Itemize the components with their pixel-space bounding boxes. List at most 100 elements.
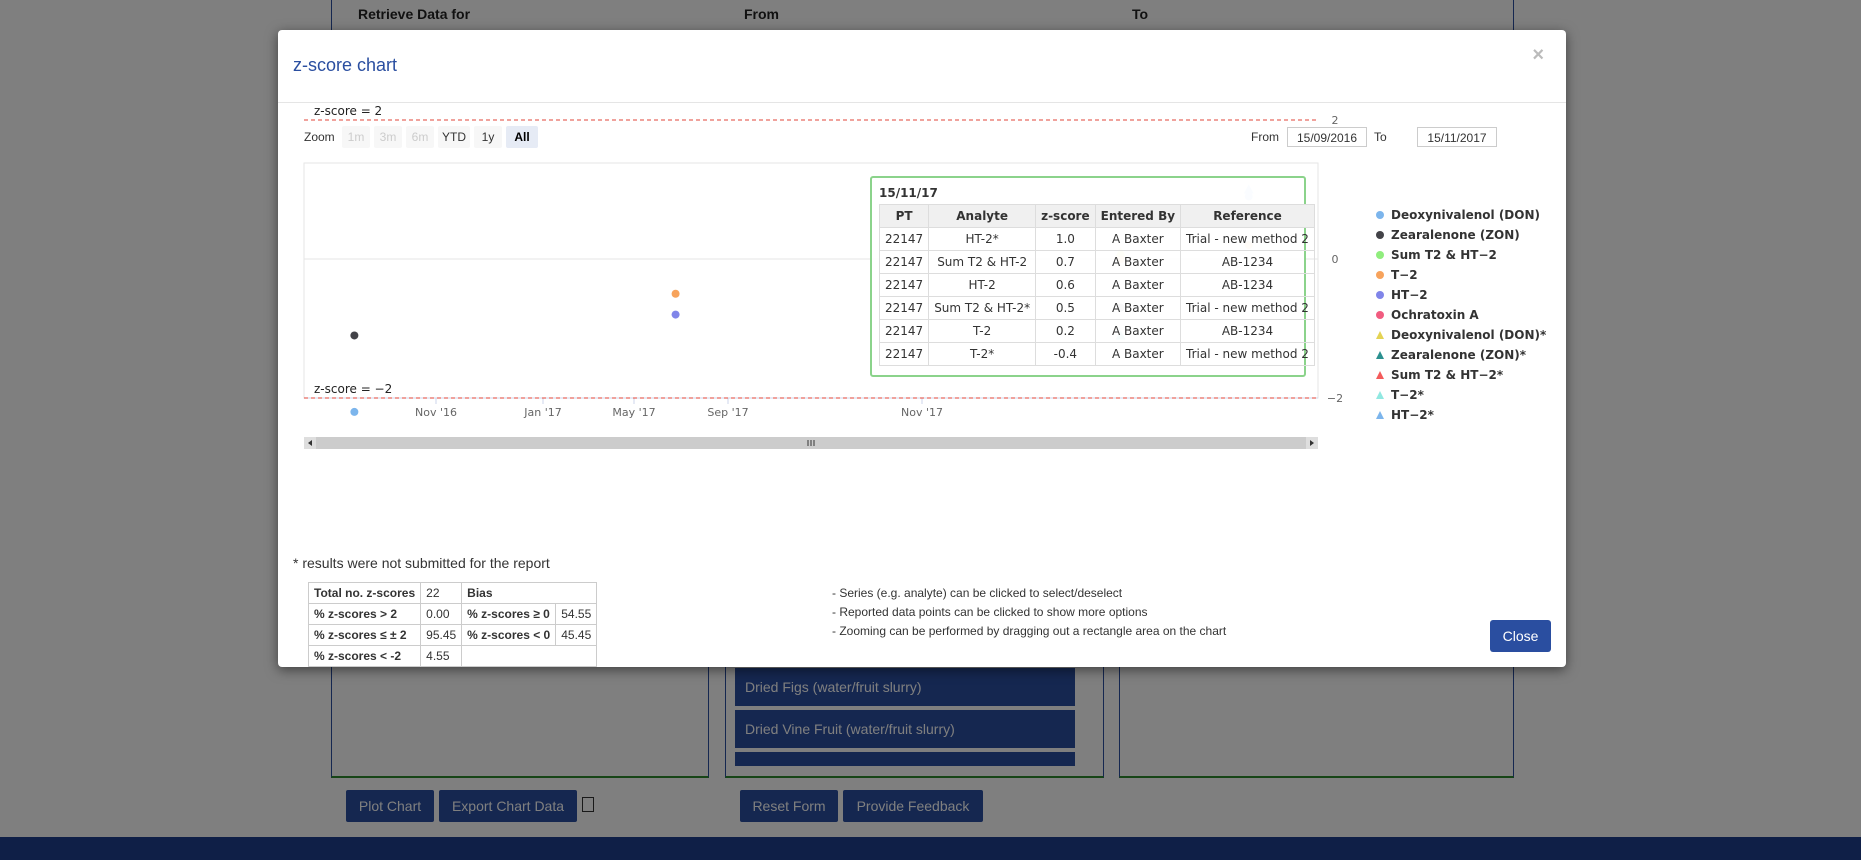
cell: A Baxter bbox=[1094, 342, 1182, 366]
footnote: * results were not submitted for the rep… bbox=[293, 555, 550, 571]
cell: A Baxter bbox=[1094, 319, 1182, 343]
table-row: Total no. z-scores 22 Bias bbox=[307, 582, 598, 604]
stat-value: 95.45 bbox=[420, 624, 463, 646]
usage-notes: - Series (e.g. analyte) can be clicked t… bbox=[832, 584, 1226, 641]
cell: 22147 bbox=[878, 296, 930, 320]
tooltip-col-header: PT bbox=[878, 204, 930, 228]
legend-item[interactable]: Zearalenone (ZON)* bbox=[1373, 345, 1546, 365]
cell: AB-1234 bbox=[1180, 273, 1315, 297]
legend-item[interactable]: Sum T2 & HT−2* bbox=[1373, 365, 1546, 385]
table-row: 22147 HT-2* 1.0 A Baxter Trial - new method … bbox=[878, 227, 1315, 251]
table-row: % z-scores ≤ ± 2 95.45 % z-scores < 0 45… bbox=[307, 624, 598, 646]
cell: 22147 bbox=[878, 342, 930, 366]
stat-label: % z-scores < -2 bbox=[307, 645, 422, 667]
legend-label: HT−2 bbox=[1391, 288, 1428, 302]
circle-marker-icon bbox=[1376, 231, 1384, 239]
cell: Sum T2 & HT-2 bbox=[928, 250, 1037, 274]
legend-item[interactable]: HT−2* bbox=[1373, 405, 1546, 425]
legend-item[interactable]: HT−2 bbox=[1373, 285, 1546, 305]
legend-label: Deoxynivalenol (DON) bbox=[1391, 208, 1540, 222]
table-row: 22147 T-2* -0.4 A Baxter Trial - new method … bbox=[878, 342, 1315, 366]
cell: Trial - new method 2 bbox=[1180, 227, 1315, 251]
triangle-marker-icon bbox=[1376, 371, 1384, 379]
x-tick-label: Nov '17 bbox=[901, 406, 943, 419]
y-axis: 20−2−4 bbox=[1327, 114, 1343, 405]
y-tick-label: 2 bbox=[1332, 114, 1339, 127]
stats-table: Total no. z-scores 22 Bias % z-scores > … bbox=[307, 582, 598, 667]
legend-item[interactable]: Zearalenone (ZON) bbox=[1373, 225, 1546, 245]
cell: 0.7 bbox=[1035, 250, 1096, 274]
tooltip-table: PT Analyte z-score Entered By Reference … bbox=[878, 204, 1315, 366]
empty-cell bbox=[461, 645, 598, 667]
legend-item[interactable]: T−2 bbox=[1373, 265, 1546, 285]
cell: A Baxter bbox=[1094, 296, 1182, 320]
table-row: 22147 T-2 0.2 A Baxter AB-1234 bbox=[878, 319, 1315, 343]
data-point[interactable] bbox=[350, 407, 359, 416]
y-tick-label: −2 bbox=[1327, 392, 1343, 405]
cell: T-2 bbox=[928, 319, 1037, 343]
data-point[interactable] bbox=[671, 289, 680, 298]
close-button[interactable]: Close bbox=[1490, 620, 1551, 652]
table-row: % z-scores > 2 0.00 % z-scores ≥ 0 54.55 bbox=[307, 603, 598, 625]
plot-line-label: z-score = 2 bbox=[314, 104, 382, 118]
cell: 0.2 bbox=[1035, 319, 1096, 343]
tooltip-date: 15/11/17 bbox=[879, 186, 938, 200]
tooltip-header-row: PT Analyte z-score Entered By Reference bbox=[878, 204, 1315, 228]
cell: AB-1234 bbox=[1180, 319, 1315, 343]
legend-label: Sum T2 & HT−2* bbox=[1391, 368, 1504, 382]
circle-marker-icon bbox=[1376, 311, 1384, 319]
legend-item[interactable]: Sum T2 & HT−2 bbox=[1373, 245, 1546, 265]
triangle-marker-icon bbox=[1376, 351, 1384, 359]
cell: -0.4 bbox=[1035, 342, 1096, 366]
cell: Trial - new method 2 bbox=[1180, 342, 1315, 366]
circle-marker-icon bbox=[1376, 291, 1384, 299]
triangle-marker-icon bbox=[1376, 411, 1384, 419]
table-row: 22147 Sum T2 & HT-2* 0.5 A Baxter Trial - ne… bbox=[878, 296, 1315, 320]
legend-label: T−2* bbox=[1391, 388, 1424, 402]
tooltip-col-header: Analyte bbox=[928, 204, 1037, 228]
table-row: 22147 HT-2 0.6 A Baxter AB-1234 bbox=[878, 273, 1315, 297]
circle-marker-icon bbox=[1376, 211, 1384, 219]
x-tick-label: Jan '17 bbox=[523, 406, 561, 419]
legend-label: Zearalenone (ZON)* bbox=[1391, 348, 1527, 362]
legend-item[interactable]: Ochratoxin A bbox=[1373, 305, 1546, 325]
table-row: % z-scores < -2 4.55 bbox=[307, 645, 598, 667]
tooltip-col-header: Reference bbox=[1180, 204, 1315, 228]
x-tick-label: Sep '17 bbox=[707, 406, 748, 419]
legend-label: Deoxynivalenol (DON)* bbox=[1391, 328, 1547, 342]
stat-value: 4.55 bbox=[420, 645, 463, 667]
cell: 22147 bbox=[878, 273, 930, 297]
legend-item[interactable]: Deoxynivalenol (DON)* bbox=[1373, 325, 1546, 345]
table-row: 22147 Sum T2 & HT-2 0.7 A Baxter AB-1234 bbox=[878, 250, 1315, 274]
cell: 1.0 bbox=[1035, 227, 1096, 251]
data-point[interactable] bbox=[671, 310, 680, 319]
legend-label: Sum T2 & HT−2 bbox=[1391, 248, 1497, 262]
triangle-marker-icon bbox=[1376, 391, 1384, 399]
cell: 22147 bbox=[878, 319, 930, 343]
point-tooltip: 15/11/17 PT Analyte z-score Entered By R… bbox=[870, 176, 1315, 377]
stat-value: 54.55 bbox=[555, 603, 598, 625]
cell: HT-2 bbox=[928, 273, 1037, 297]
stat-label: Total no. z-scores bbox=[307, 582, 422, 604]
legend-label: Zearalenone (ZON) bbox=[1391, 228, 1520, 242]
legend-item[interactable]: Deoxynivalenol (DON) bbox=[1373, 205, 1546, 225]
legend-item[interactable]: T−2* bbox=[1373, 385, 1546, 405]
stat-value: 45.45 bbox=[555, 624, 598, 646]
tooltip-col-header: Entered By bbox=[1094, 204, 1182, 228]
cell: Sum T2 & HT-2* bbox=[928, 296, 1037, 320]
note-line: - Reported data points can be clicked to… bbox=[832, 605, 1148, 619]
note-line: - Zooming can be performed by dragging o… bbox=[832, 624, 1227, 638]
legend-label: T−2 bbox=[1391, 268, 1418, 282]
cell: HT-2* bbox=[928, 227, 1037, 251]
cell: Trial - new method 2 bbox=[1180, 296, 1315, 320]
zscore-chart-modal: z-score chart × Zoom 1m 3m 6m YTD 1y All… bbox=[278, 30, 1566, 667]
cell: 0.6 bbox=[1035, 273, 1096, 297]
legend-label: Ochratoxin A bbox=[1391, 308, 1479, 322]
data-point[interactable] bbox=[350, 331, 359, 340]
cell: AB-1234 bbox=[1180, 250, 1315, 274]
tooltip-col-header: z-score bbox=[1035, 204, 1096, 228]
legend-label: HT−2* bbox=[1391, 408, 1434, 422]
plot-line-label: z-score = −2 bbox=[314, 382, 392, 396]
triangle-marker-icon bbox=[1376, 331, 1384, 339]
cell: A Baxter bbox=[1094, 273, 1182, 297]
